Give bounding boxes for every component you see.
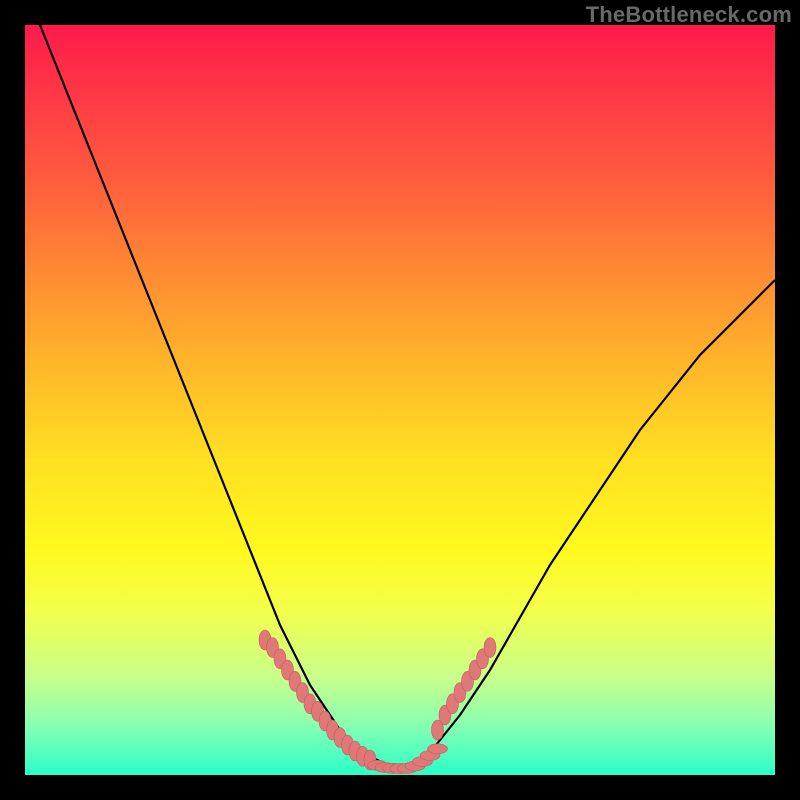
left-marker-cluster [259,630,376,770]
bottleneck-curve-chart [25,25,775,775]
trough-marker-cluster [368,744,448,774]
right-marker-cluster [432,638,497,741]
data-marker [484,638,496,658]
data-marker [428,744,448,754]
main-curve [40,25,775,768]
frame-border: TheBottleneck.com [0,0,800,800]
